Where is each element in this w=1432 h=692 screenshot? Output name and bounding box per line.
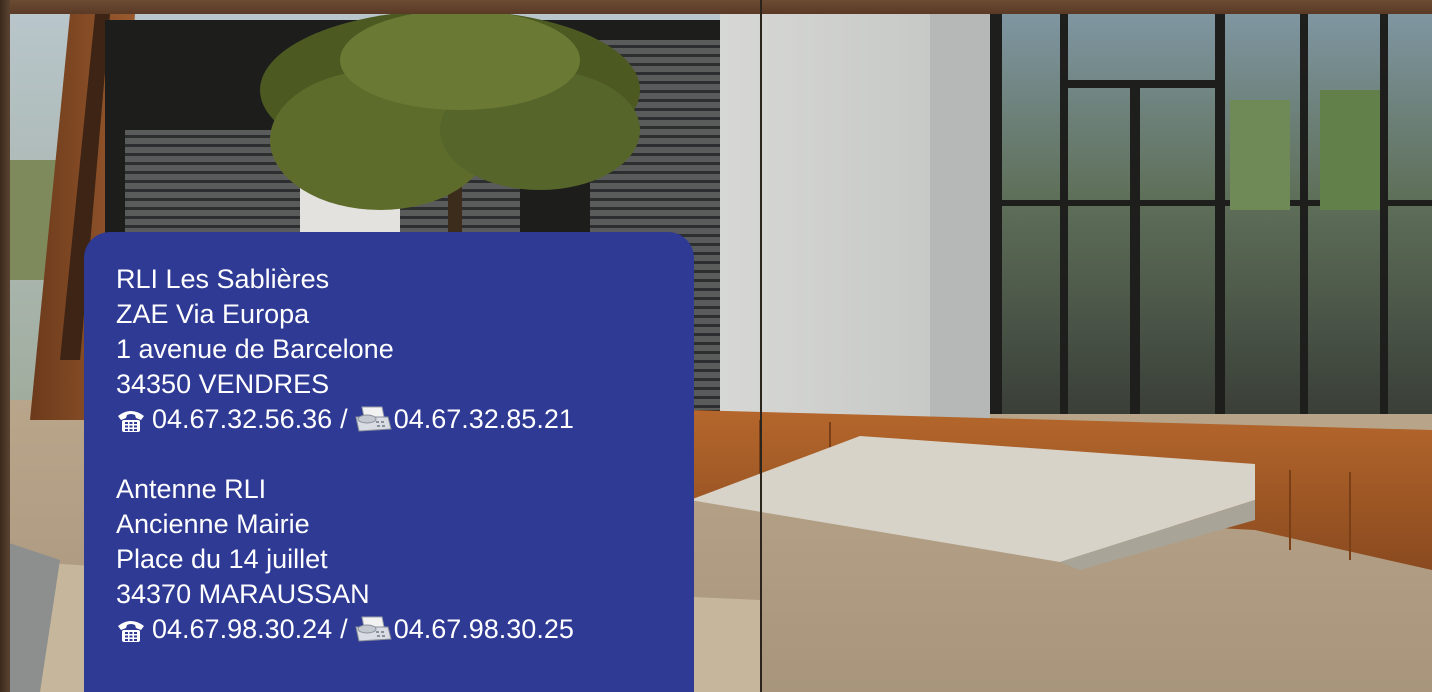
- antenna-street: Place du 14 juillet: [116, 544, 328, 574]
- contact-card: RLI Les Sablières ZAE Via Europa 1 avenu…: [84, 232, 694, 692]
- office-street: 1 avenue de Barcelone: [116, 334, 394, 364]
- fax-machine-icon: [355, 616, 392, 642]
- top-frame-bar: [0, 0, 1432, 14]
- antenna-phone: 04.67.98.30.24: [152, 614, 333, 644]
- main-office-address: RLI Les Sablières ZAE Via Europa 1 avenu…: [116, 262, 694, 437]
- office-phone: 04.67.32.56.36: [152, 404, 333, 434]
- antenna-separator: /: [340, 614, 348, 644]
- telephone-icon: [118, 410, 144, 432]
- office-zone: ZAE Via Europa: [116, 299, 310, 329]
- antenna-address: Antenne RLI Ancienne Mairie Place du 14 …: [116, 472, 694, 647]
- antenna-building: Ancienne Mairie: [116, 509, 310, 539]
- antenna-fax: 04.67.98.30.25: [393, 614, 574, 644]
- office-fax: 04.67.32.85.21: [393, 404, 574, 434]
- office-separator: /: [340, 404, 348, 434]
- building-photo-scene: RLI Les Sablières ZAE Via Europa 1 avenu…: [0, 0, 1432, 692]
- antenna-phone-line: 04.67.98.30.24 / 04.67.98.30.25: [116, 612, 694, 647]
- fax-machine-icon: [355, 406, 392, 432]
- page-fold-line: [760, 0, 762, 692]
- antenna-city: 34370 MARAUSSAN: [116, 579, 370, 609]
- office-name: RLI Les Sablières: [116, 264, 330, 294]
- antenna-name: Antenne RLI: [116, 474, 267, 504]
- office-city: 34350 VENDRES: [116, 369, 330, 399]
- telephone-icon: [118, 620, 144, 642]
- office-phone-line: 04.67.32.56.36 / 04.67.32.85.21: [116, 402, 694, 437]
- left-frame-edge: [0, 0, 10, 692]
